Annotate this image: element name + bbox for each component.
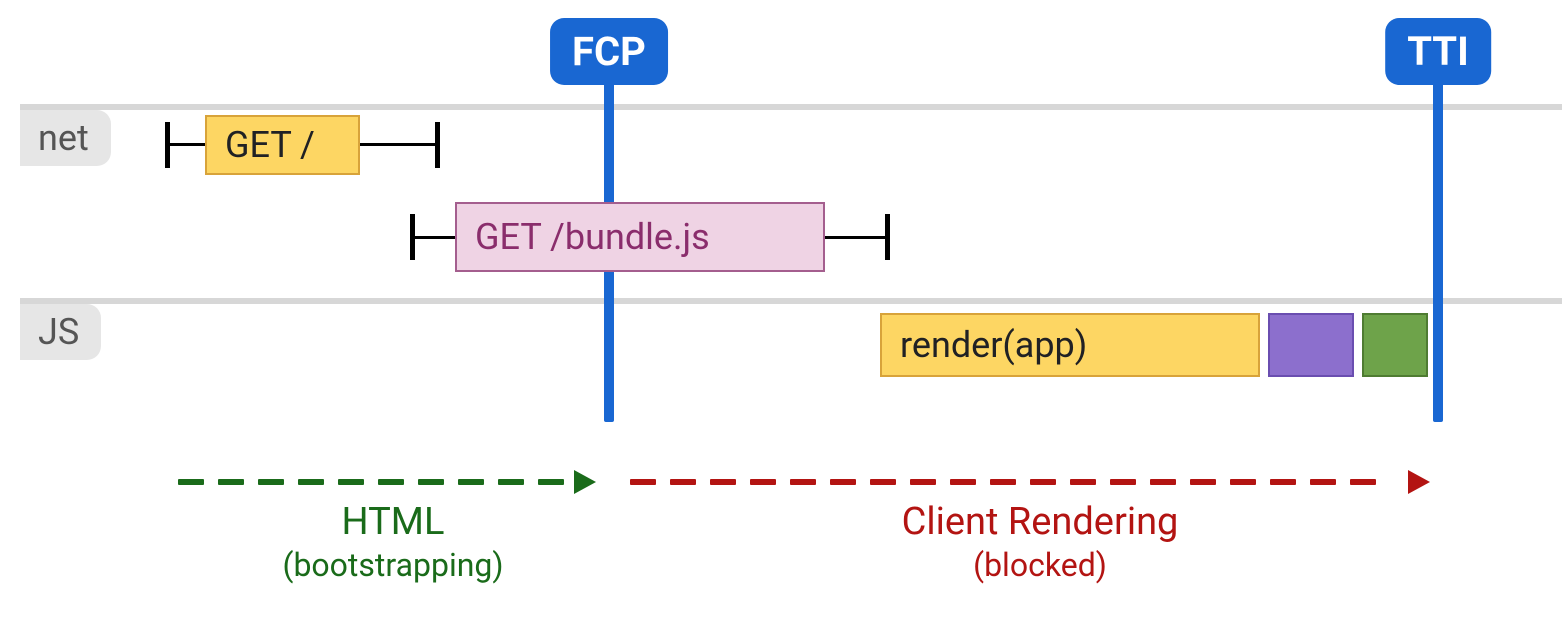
- whisker-cap: [165, 122, 170, 168]
- net-get-bundle-label: GET /bundle.js: [475, 216, 710, 258]
- lane-label-js: JS: [20, 304, 101, 360]
- phase-label-html: HTML (bootstrapping): [178, 500, 608, 584]
- rendering-timeline-diagram: net JS FCP TTI GET / GET /bundle.js rend…: [0, 0, 1562, 628]
- js-block-purple: [1268, 313, 1354, 377]
- js-render-app-label: render(app): [900, 324, 1087, 366]
- phase-arrow-html: [178, 479, 596, 485]
- lane-divider: [20, 104, 1562, 110]
- phase-cr-title: Client Rendering: [640, 500, 1440, 546]
- lane-label-net: net: [20, 110, 111, 166]
- net-get-root-label: GET /: [225, 124, 315, 166]
- js-block-green: [1362, 313, 1428, 377]
- net-get-bundle: GET /bundle.js: [455, 202, 825, 272]
- phase-html-sub: (bootstrapping): [178, 546, 608, 584]
- phase-label-client-rendering: Client Rendering (blocked): [640, 500, 1440, 584]
- phase-arrow-client-rendering: [630, 479, 1430, 485]
- phase-cr-sub: (blocked): [640, 546, 1440, 584]
- marker-pill-fcp: FCP: [550, 18, 668, 85]
- js-render-app: render(app): [880, 313, 1260, 377]
- whisker-cap: [410, 214, 415, 260]
- whisker-cap: [435, 122, 440, 168]
- net-get-root: GET /: [205, 115, 360, 175]
- phase-html-title: HTML: [178, 500, 608, 546]
- lane-divider: [20, 298, 1562, 304]
- marker-pill-tti: TTI: [1385, 18, 1491, 85]
- marker-line-tti: [1433, 82, 1443, 422]
- whisker-cap: [885, 214, 890, 260]
